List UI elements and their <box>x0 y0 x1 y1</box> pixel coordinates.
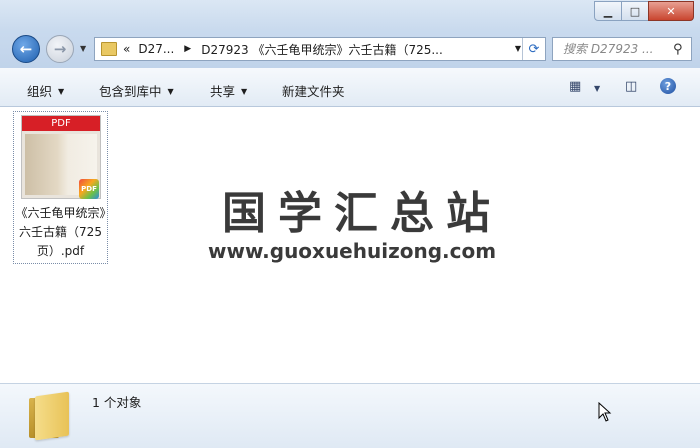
include-in-library-menu[interactable]: 包含到库中 ▼ <box>99 81 174 100</box>
folder-icon <box>29 391 69 441</box>
close-icon: ✕ <box>666 4 676 18</box>
pdf-banner: PDF <box>22 116 100 131</box>
search-box[interactable]: ⚲ <box>552 37 692 61</box>
views-icon: ▦ <box>569 79 582 94</box>
minimize-button[interactable]: ▁ <box>594 1 622 21</box>
new-folder-button[interactable]: 新建文件夹 <box>282 81 345 100</box>
mouse-cursor-icon <box>598 402 612 422</box>
include-library-label: 包含到库中 <box>99 84 162 99</box>
breadcrumb-item-current[interactable]: D27923 《六壬龟甲统宗》六壬古籍（725... <box>201 41 443 58</box>
maximize-button[interactable]: □ <box>621 1 649 21</box>
change-view-button[interactable]: ▦ <box>569 79 581 94</box>
chevron-down-icon: ▼ <box>58 87 65 96</box>
close-button[interactable]: ✕ <box>648 1 694 21</box>
file-list-area[interactable]: PDF PDF 《六壬龟甲统宗》六壬古籍（725页）.pdf 国学汇总站 www… <box>0 107 700 383</box>
help-button[interactable]: ? <box>660 78 676 94</box>
navigation-bar: ← → ▼ « D27... ▶ D27923 《六壬龟甲统宗》六壬古籍（725… <box>0 30 700 68</box>
chevron-down-icon: ▼ <box>167 87 174 96</box>
arrow-left-icon: ← <box>19 40 33 58</box>
address-dropdown[interactable]: ▼ <box>515 44 521 53</box>
preview-pane-button[interactable]: ◫ <box>625 79 637 94</box>
new-folder-label: 新建文件夹 <box>282 84 345 99</box>
forward-button[interactable]: → <box>46 35 74 63</box>
share-menu[interactable]: 共享 ▼ <box>210 81 247 100</box>
details-pane: 1 个对象 <box>0 383 700 448</box>
chevron-down-icon: ▼ <box>241 87 248 96</box>
minimize-icon: ▁ <box>603 4 613 18</box>
view-options-dropdown[interactable]: ▼ <box>594 84 600 93</box>
search-icon[interactable]: ⚲ <box>673 42 683 57</box>
breadcrumb-separator-icon[interactable]: ▶ <box>184 44 191 54</box>
organize-label: 组织 <box>27 84 53 99</box>
breadcrumb-overflow[interactable]: « <box>123 42 130 56</box>
recent-pages-dropdown[interactable]: ▼ <box>80 44 86 53</box>
window-controls: ▁ □ ✕ <box>594 1 694 21</box>
search-input[interactable] <box>561 41 673 57</box>
watermark-url: www.guoxuehuizong.com <box>208 239 497 263</box>
share-label: 共享 <box>210 84 236 99</box>
file-name-label[interactable]: 《六壬龟甲统宗》六壬古籍（725页）.pdf <box>14 204 107 261</box>
item-count: 1 个对象 <box>92 395 142 410</box>
pdf-icon: PDF <box>79 179 99 199</box>
breadcrumb-item[interactable]: D27... <box>138 42 174 56</box>
help-icon: ? <box>664 79 672 93</box>
title-bar: ▁ □ ✕ <box>0 0 700 30</box>
command-toolbar: 组织 ▼ 包含到库中 ▼ 共享 ▼ 新建文件夹 ▦ ▼ ◫ ? <box>0 68 700 107</box>
back-button[interactable]: ← <box>12 35 40 63</box>
maximize-icon: □ <box>629 4 641 18</box>
refresh-button[interactable]: ⟳ <box>522 38 545 60</box>
folder-icon-front <box>35 391 69 441</box>
refresh-icon: ⟳ <box>528 41 540 57</box>
folder-icon <box>101 42 117 56</box>
file-item[interactable]: PDF PDF 《六壬龟甲统宗》六壬古籍（725页）.pdf <box>13 111 108 264</box>
preview-pane-icon: ◫ <box>625 79 638 94</box>
address-bar[interactable]: « D27... ▶ D27923 《六壬龟甲统宗》六壬古籍（725... ▼ … <box>94 37 546 61</box>
watermark-title: 国学汇总站 <box>222 188 502 239</box>
arrow-right-icon: → <box>53 40 67 58</box>
organize-menu[interactable]: 组织 ▼ <box>27 81 64 100</box>
